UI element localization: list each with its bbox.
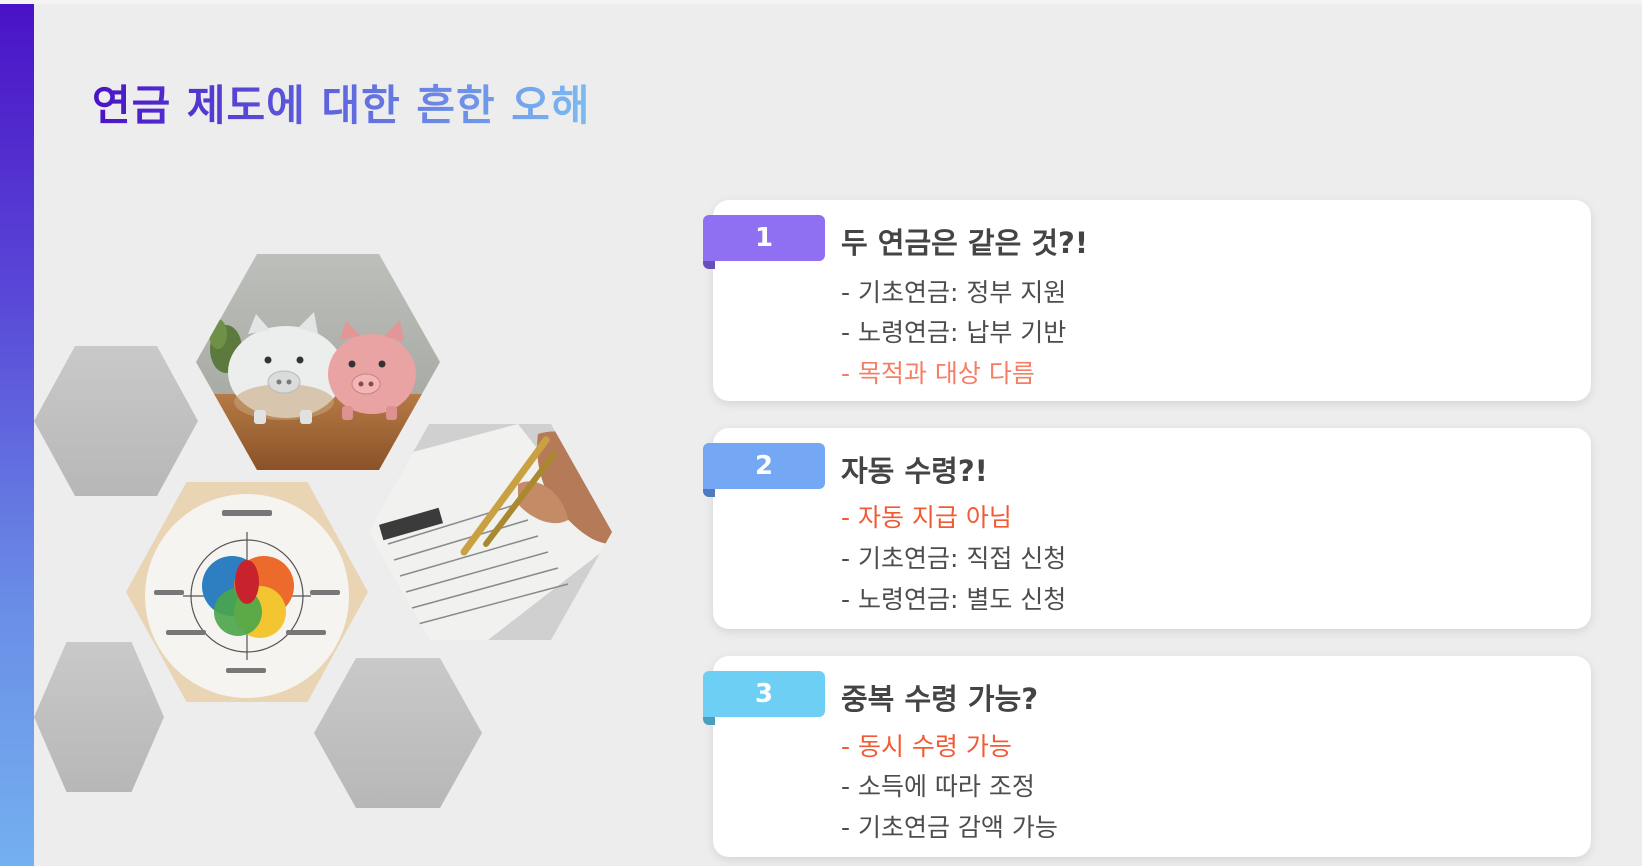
gray-hexagon-2 [34, 642, 164, 792]
card-2-number-badge: 2 [703, 443, 825, 489]
gray-hexagon-1 [34, 346, 198, 496]
piggy-banks-photo [196, 254, 440, 470]
card-3-title: 중복 수령 가능? [841, 682, 1039, 716]
card-2-item-2: - 기초연금: 직접 신청 [841, 544, 1067, 573]
slide: 연금 제도에 대한 흔한 오해 1 두 연금은 같은 것?! - 기초연금: 정… [0, 0, 1642, 866]
card-3-item-2: - 소득에 따라 조정 [841, 772, 1035, 801]
card-1-title: 두 연금은 같은 것?! [841, 226, 1089, 260]
slide-title: 연금 제도에 대한 흔한 오해 [92, 72, 591, 133]
card-1-item-1: - 기초연금: 정부 지원 [841, 278, 1067, 307]
piggy-banks-illustration [196, 254, 440, 470]
pension-form-signing-photo [368, 424, 612, 640]
card-3-number-badge: 3 [703, 671, 825, 717]
pension-diagram-illustration [126, 482, 368, 702]
pension-diagram-photo [126, 482, 368, 702]
top-divider [0, 0, 1642, 4]
pension-form-illustration [368, 424, 612, 640]
card-1-item-2: - 노령연금: 납부 기반 [841, 318, 1067, 347]
card-2-item-1: - 자동 지급 아님 [841, 503, 1012, 532]
gray-hexagon-3 [314, 658, 482, 808]
card-2-title: 자동 수령?! [841, 454, 988, 488]
card-3-item-3: - 기초연금 감액 가능 [841, 813, 1058, 842]
card-2-item-3: - 노령연금: 별도 신청 [841, 585, 1067, 614]
card-1-item-3: - 목적과 대상 다름 [841, 359, 1035, 388]
card-1-number-badge: 1 [703, 215, 825, 261]
card-3-item-1: - 동시 수령 가능 [841, 732, 1012, 761]
left-accent-bar [0, 4, 34, 866]
